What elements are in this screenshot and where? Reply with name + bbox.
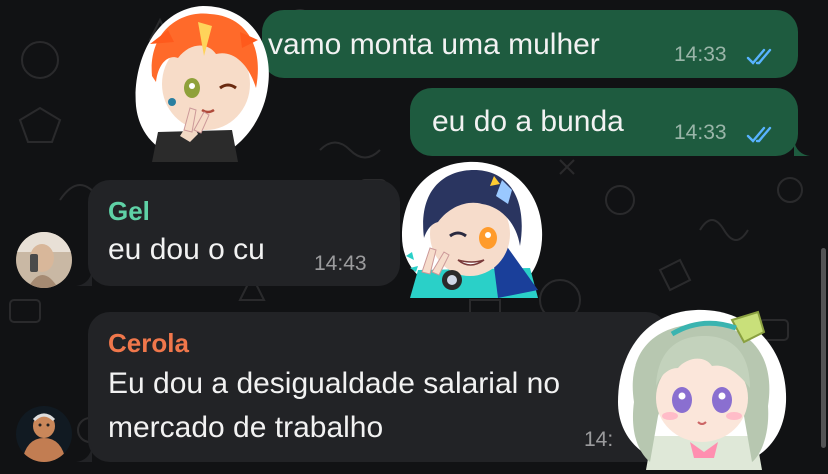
read-receipt-icon	[746, 126, 772, 143]
message-text: eu do a bunda	[432, 105, 624, 138]
avatar-gel[interactable]	[16, 232, 72, 288]
message-text-line-2: mercado de trabalho	[108, 411, 384, 444]
avatar-photo-icon	[16, 406, 72, 462]
avatar-cerola[interactable]	[16, 406, 72, 462]
message-text: vamo monta uma mulher	[268, 28, 600, 61]
outgoing-message-bubble[interactable]: eu do a bunda 14:33	[410, 88, 810, 156]
message-time: 14:33	[674, 43, 727, 66]
sticker-dark-hair-girl-icon[interactable]	[398, 160, 548, 300]
message-time: 14:	[584, 428, 614, 451]
incoming-message-bubble[interactable]: Gel eu dou o cu 14:43	[76, 180, 400, 286]
bubble-tail-icon	[794, 140, 810, 156]
message-time: 14:33	[674, 121, 727, 144]
sticker-green-hair-girl-icon[interactable]	[612, 306, 792, 472]
outgoing-message-bubble[interactable]: vamo monta uma mulher 14:33	[262, 10, 798, 78]
sticker-orange-hair-boy-icon[interactable]	[128, 2, 278, 164]
message-text: eu dou o cu	[108, 233, 265, 266]
avatar-photo-icon	[16, 232, 72, 288]
bubble-tail-icon	[76, 446, 92, 462]
incoming-message-bubble[interactable]: Cerola Eu dou a desigualdade salarial no…	[76, 312, 668, 462]
scrollbar-thumb[interactable]	[821, 248, 826, 448]
sender-name-gel[interactable]: Gel	[108, 196, 150, 227]
message-time: 14:43	[314, 252, 367, 275]
message-text-line-1: Eu dou a desigualdade salarial no	[108, 367, 561, 400]
chat-scrollbar[interactable]	[818, 248, 828, 448]
sender-name-cerola[interactable]: Cerola	[108, 328, 189, 359]
bubble-tail-icon	[76, 270, 92, 286]
read-receipt-icon	[746, 48, 772, 65]
